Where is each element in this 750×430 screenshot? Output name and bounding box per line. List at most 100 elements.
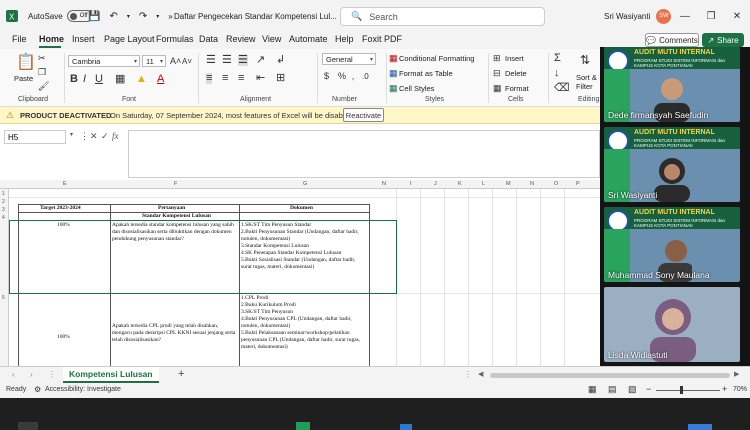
- restore-icon[interactable]: ❐: [698, 0, 724, 32]
- comma-style-icon[interactable]: ‚: [352, 71, 354, 82]
- sort-filter-icon[interactable]: ⇅: [580, 54, 590, 66]
- column-header[interactable]: N: [530, 181, 534, 187]
- avatar[interactable]: SW: [656, 8, 672, 24]
- percent-icon[interactable]: %: [338, 71, 346, 82]
- participant-tile[interactable]: AUDIT MUTU INTERNAL PROGRAM STUDI SISTEM…: [604, 207, 740, 282]
- formula-input[interactable]: [128, 130, 600, 178]
- minimize-icon[interactable]: —: [672, 0, 698, 32]
- comments-button[interactable]: 💬 Comments: [645, 33, 699, 47]
- fill-color-icon[interactable]: ▲: [136, 74, 147, 85]
- autosum-icon[interactable]: Σ: [554, 53, 561, 64]
- conditional-formatting-icon[interactable]: ▦: [389, 53, 398, 64]
- tab-home[interactable]: Home: [39, 34, 64, 44]
- sort-label[interactable]: Sort &: [576, 73, 597, 82]
- clear-icon[interactable]: ⌫: [554, 83, 570, 94]
- conditional-formatting-button[interactable]: Conditional Formatting: [399, 54, 474, 63]
- currency-icon[interactable]: $: [324, 71, 329, 82]
- save-icon[interactable]: 💾: [88, 11, 100, 22]
- font-size-select[interactable]: 11 ▾: [142, 55, 166, 67]
- format-cells-button[interactable]: Format: [505, 84, 529, 93]
- decimal-icon[interactable]: .0: [362, 71, 369, 82]
- row-header[interactable]: 2: [2, 199, 5, 205]
- increase-font-icon[interactable]: A˄: [170, 56, 181, 67]
- tab-page-layout[interactable]: Page Layout: [104, 34, 155, 44]
- function-icon[interactable]: fx: [112, 131, 119, 141]
- insert-cells-button[interactable]: Insert: [505, 54, 524, 63]
- participant-tile[interactable]: Lisda Widiastuti: [604, 287, 740, 362]
- tab-foxit-pdf[interactable]: Foxit PDF: [362, 34, 402, 44]
- column-header[interactable]: O: [554, 181, 558, 187]
- tab-automate[interactable]: Automate: [289, 34, 328, 44]
- horizontal-scrollbar[interactable]: [490, 373, 730, 378]
- align-middle-icon[interactable]: ☰: [222, 55, 232, 66]
- row-header[interactable]: 4: [2, 215, 5, 221]
- header-dokumen[interactable]: Dokumen: [290, 205, 313, 212]
- confirm-icon[interactable]: ✓: [101, 131, 109, 142]
- autosave[interactable]: AutoSave Off: [28, 0, 93, 32]
- undo-icon[interactable]: ↶: [109, 11, 117, 22]
- underline-icon[interactable]: U: [95, 74, 103, 85]
- wrap-text-icon[interactable]: ↲: [276, 55, 285, 66]
- delete-cells-button[interactable]: Delete: [505, 69, 527, 78]
- format-table-icon[interactable]: ▦: [389, 68, 398, 79]
- delete-cells-icon[interactable]: ⊟: [493, 68, 501, 79]
- cut-icon[interactable]: ✂: [38, 53, 46, 64]
- row-header[interactable]: 5: [2, 295, 5, 301]
- reactivate-button[interactable]: Reactivate: [343, 108, 384, 122]
- zoom-in-icon[interactable]: +: [722, 384, 727, 394]
- cell-styles-icon[interactable]: ▦: [389, 83, 398, 94]
- next-sheet-icon[interactable]: ›: [30, 370, 33, 379]
- fill-icon[interactable]: ↓: [554, 68, 560, 79]
- column-header[interactable]: L: [482, 181, 485, 187]
- taskbar-app-icon[interactable]: [400, 424, 412, 430]
- column-header[interactable]: F: [174, 181, 177, 187]
- participant-tile[interactable]: AUDIT MUTU INTERNAL PROGRAM STUDI SISTEM…: [604, 127, 740, 202]
- cell-styles-button[interactable]: Cell Styles: [399, 84, 434, 93]
- borders-icon[interactable]: ▦: [115, 74, 125, 85]
- search-input[interactable]: 🔍 Search: [340, 7, 545, 26]
- column-header[interactable]: E: [63, 181, 67, 187]
- insert-cells-icon[interactable]: ⊞: [493, 53, 501, 64]
- tab-data[interactable]: Data: [199, 34, 218, 44]
- font-name-select[interactable]: Cambria ▾: [68, 55, 140, 67]
- accessibility-icon[interactable]: ⚙: [34, 385, 41, 394]
- zoom-slider-thumb[interactable]: [680, 386, 683, 394]
- add-sheet-icon[interactable]: +: [178, 368, 184, 380]
- prev-sheet-icon[interactable]: ‹: [12, 370, 15, 379]
- chevron-down-icon[interactable]: ▾: [127, 13, 130, 20]
- tab-help[interactable]: Help: [335, 34, 354, 44]
- column-header[interactable]: G: [303, 181, 307, 187]
- align-bottom-icon[interactable]: ☰: [238, 55, 248, 66]
- header-target[interactable]: Target 2023-2024: [40, 205, 81, 212]
- more-sheets-icon[interactable]: ⋮: [48, 370, 56, 379]
- more-icon[interactable]: »: [168, 12, 172, 21]
- paste-label[interactable]: Paste: [14, 74, 33, 83]
- account[interactable]: Sri Wasiyanti SW: [604, 0, 672, 32]
- bold-icon[interactable]: B: [70, 74, 78, 85]
- zoom-slider[interactable]: [656, 390, 720, 391]
- format-painter-icon[interactable]: 🖌: [38, 81, 49, 92]
- orientation-icon[interactable]: ↗: [256, 55, 265, 66]
- question-cell[interactable]: Apakah tersedia CPL prodi yang telah dis…: [112, 323, 237, 344]
- zoom-level[interactable]: 70%: [733, 386, 747, 393]
- row-header[interactable]: 3: [2, 207, 5, 213]
- decrease-font-icon[interactable]: A˅: [182, 56, 192, 67]
- number-format-select[interactable]: General ▾: [322, 53, 376, 65]
- selected-range[interactable]: [9, 220, 397, 294]
- align-top-icon[interactable]: ☰: [206, 55, 216, 66]
- redo-icon[interactable]: ↷: [139, 11, 147, 22]
- header-pertanyaan[interactable]: Pertanyaan: [158, 205, 185, 212]
- zoom-out-icon[interactable]: −: [646, 384, 651, 394]
- taskbar-app-icon[interactable]: [18, 422, 38, 430]
- taskbar-app-icon[interactable]: [296, 422, 310, 430]
- scroll-right-icon[interactable]: ▶: [734, 370, 739, 378]
- participant-tile[interactable]: AUDIT MUTU INTERNAL PROGRAM STUDI SISTEM…: [604, 47, 740, 122]
- column-header[interactable]: P: [576, 181, 580, 187]
- section-title[interactable]: Standar Kompetensi Lulusan: [142, 213, 211, 220]
- chevron-down-icon[interactable]: ▾: [70, 131, 73, 138]
- scroll-left-icon[interactable]: ◀: [478, 370, 483, 378]
- column-header[interactable]: M: [506, 181, 511, 187]
- filter-label[interactable]: Filter: [576, 82, 593, 91]
- documents-cell[interactable]: 1.CPL Prodi 2.Buku Kurikulum Prodi 3.SK/…: [241, 295, 367, 351]
- normal-view-icon[interactable]: ▦: [588, 384, 597, 395]
